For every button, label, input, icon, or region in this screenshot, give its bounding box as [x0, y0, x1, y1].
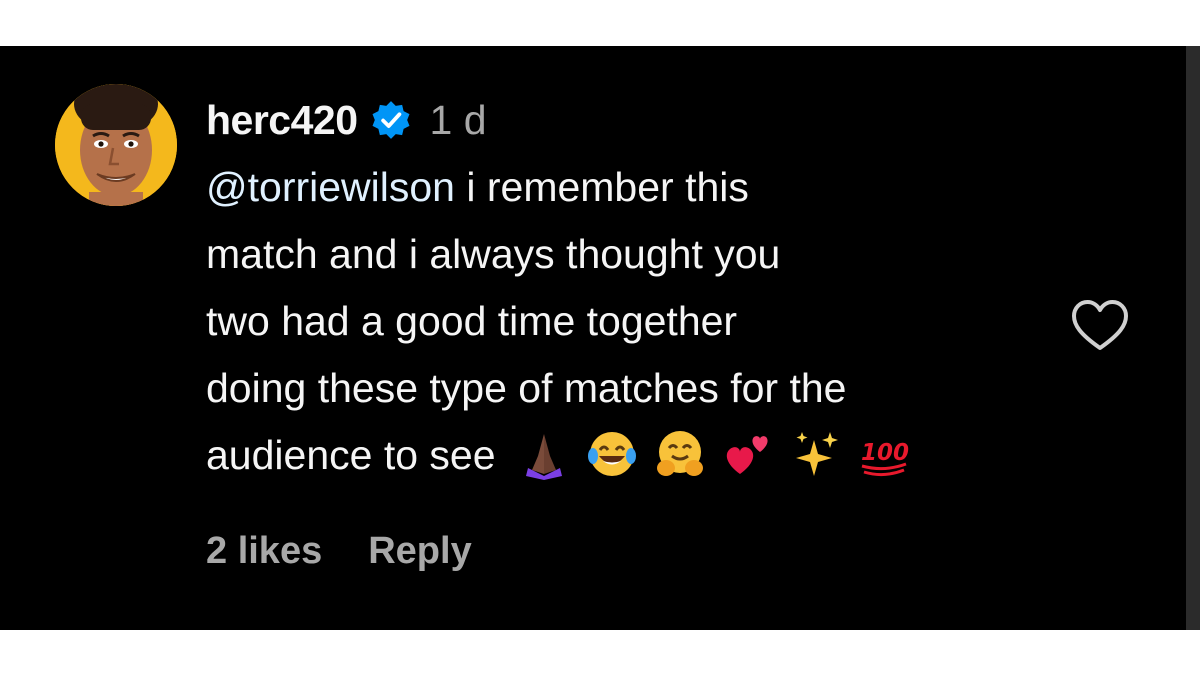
- hugging-face-icon: [656, 431, 703, 477]
- comment-line-2: match and i always thought you: [206, 231, 781, 277]
- likes-count[interactable]: 2 likes: [206, 530, 322, 573]
- comment-header: herc420 1 d: [206, 92, 1066, 148]
- comment-line-3: two had a good time together: [206, 298, 738, 344]
- like-heart-icon[interactable]: [1070, 298, 1130, 354]
- comment-line-1: @torriewilson i remember this: [206, 154, 1066, 221]
- comment-line-text: audience to see: [206, 432, 496, 478]
- mention-link[interactable]: @torriewilson: [206, 164, 455, 210]
- comment-text: @torriewilson i remember this match and …: [206, 154, 1066, 489]
- sparkles-icon: [795, 432, 838, 477]
- tears-of-joy-icon: [587, 432, 636, 477]
- timestamp: 1 d: [429, 96, 487, 143]
- comment-line-4: doing these type of matches for the: [206, 365, 847, 411]
- comment-line-5: audience to see 100: [206, 422, 1066, 489]
- scrollbar-track[interactable]: [1186, 46, 1200, 630]
- comment-block: herc420 1 d @torriewilson i remember thi…: [206, 92, 1066, 489]
- avatar[interactable]: [55, 84, 177, 206]
- username[interactable]: herc420: [206, 97, 358, 144]
- emoji-row: 100: [518, 428, 910, 481]
- verified-badge-icon: [372, 101, 409, 139]
- comment-footer: 2 likes Reply: [206, 530, 472, 573]
- reply-button[interactable]: Reply: [368, 530, 471, 573]
- folded-hands-icon: [525, 434, 562, 481]
- hundred-points-icon: 100: [861, 440, 909, 477]
- avatar-image: [55, 84, 177, 206]
- svg-text:100: 100: [861, 440, 909, 466]
- comment-line-text: i remember this: [454, 164, 749, 210]
- two-hearts-icon: [726, 436, 768, 475]
